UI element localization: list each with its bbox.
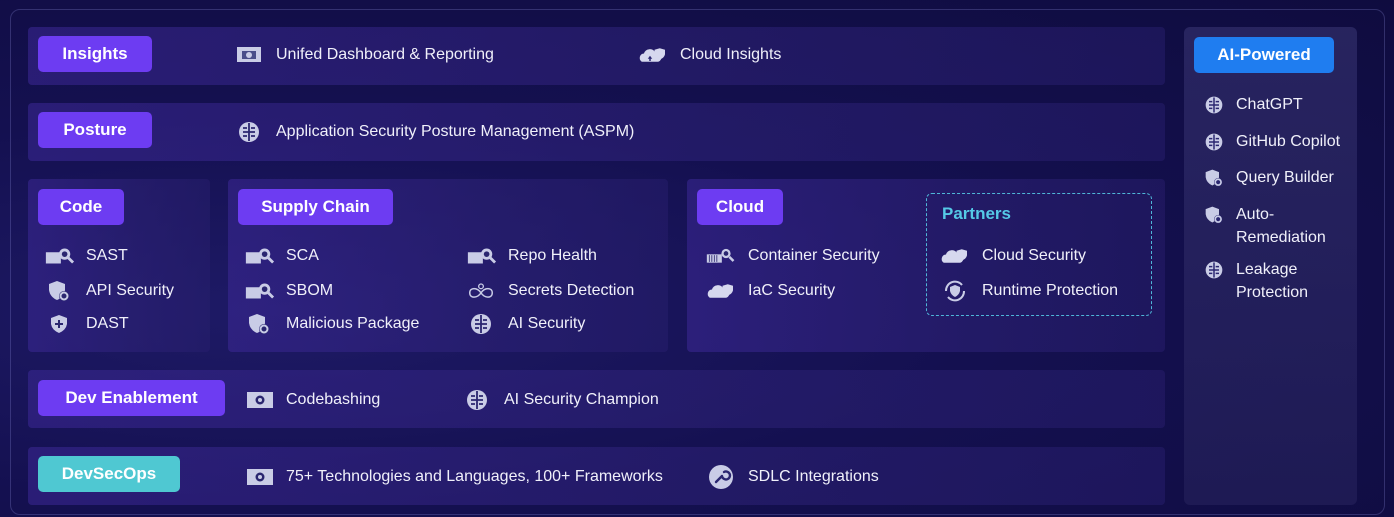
brain-icon [462, 389, 492, 411]
api-security-label: API Security [86, 282, 175, 299]
secrets-detection-label: Secrets Detection [508, 282, 635, 299]
ai-security-champion-label: AI Security Champion [504, 391, 659, 408]
supply-chain-tag[interactable]: Supply Chain [238, 189, 393, 225]
brain-icon [234, 121, 264, 143]
query-builder-item[interactable]: Query Builder [1204, 166, 1354, 189]
leakage-protection-item[interactable]: Leakage Protection [1204, 258, 1354, 304]
unified-dashboard-item[interactable]: Unifed Dashboard & Reporting [234, 44, 494, 66]
runtime-protection-label: Runtime Protection [982, 282, 1119, 299]
infinity-icon [466, 280, 496, 302]
iac-security-label: IaC Security [748, 282, 836, 299]
insights-tag[interactable]: Insights [38, 36, 152, 72]
leakage-protection-line-1: Leakage [1236, 261, 1298, 278]
dashboard-icon [234, 44, 264, 66]
sbom-label: SBOM [286, 282, 334, 299]
iac-security-item[interactable]: IaC Security [706, 280, 835, 302]
shield-gear-icon [44, 280, 74, 302]
auto-remediation-label: Auto- Remediation [1236, 203, 1326, 249]
brain-icon [1204, 130, 1224, 153]
posture-tag[interactable]: Posture [38, 112, 152, 148]
cloud-shield-icon [940, 245, 970, 267]
code-scan-icon [244, 245, 274, 267]
codebashing-item[interactable]: Codebashing [244, 389, 380, 411]
leakage-protection-line-2: Protection [1236, 284, 1309, 301]
secrets-detection-item[interactable]: Secrets Detection [466, 280, 634, 302]
query-builder-label: Query Builder [1236, 169, 1334, 186]
devsecops-tag[interactable]: DevSecOps [38, 456, 180, 492]
dast-label: DAST [86, 315, 129, 332]
github-copilot-item[interactable]: GitHub Copilot [1204, 130, 1354, 153]
dast-item[interactable]: DAST [44, 313, 129, 335]
brain-icon [1204, 93, 1224, 116]
brain-icon [1204, 258, 1224, 281]
auto-remediation-line-1: Auto- [1236, 206, 1275, 223]
api-security-item[interactable]: API Security [44, 280, 174, 302]
ai-security-item[interactable]: AI Security [466, 313, 585, 335]
wrench-icon [706, 465, 736, 489]
cloud-tag[interactable]: Cloud [697, 189, 783, 225]
brain-icon [466, 313, 496, 335]
insights-row [28, 27, 1165, 85]
unified-dashboard-label: Unifed Dashboard & Reporting [276, 46, 494, 63]
chatgpt-label: ChatGPT [1236, 96, 1303, 113]
malicious-package-item[interactable]: Malicious Package [244, 313, 419, 335]
cloud-shield-icon [638, 44, 668, 66]
auto-remediation-line-2: Remediation [1236, 229, 1326, 246]
cloud-insights-item[interactable]: Cloud Insights [638, 44, 781, 66]
sdlc-integrations-label: SDLC Integrations [748, 468, 879, 485]
sca-item[interactable]: SCA [244, 245, 319, 267]
shield-gear-icon [1204, 166, 1224, 189]
code-tag[interactable]: Code [38, 189, 124, 225]
sast-item[interactable]: SAST [44, 245, 128, 267]
codebashing-label: Codebashing [286, 391, 381, 408]
shield-icon [44, 313, 74, 335]
container-scan-icon [706, 245, 736, 267]
runtime-shield-icon [940, 280, 970, 302]
shield-gear-icon [244, 313, 274, 335]
code-scan-icon [44, 245, 74, 267]
cloud-insights-label: Cloud Insights [680, 46, 782, 63]
sca-label: SCA [286, 247, 319, 264]
aspm-label: Application Security Posture Management … [276, 123, 635, 140]
runtime-protection-item[interactable]: Runtime Protection [940, 280, 1118, 302]
dev-enablement-tag[interactable]: Dev Enablement [38, 380, 225, 416]
leakage-protection-label: Leakage Protection [1236, 258, 1308, 304]
aspm-item[interactable]: Application Security Posture Management … [234, 121, 634, 143]
sbom-item[interactable]: SBOM [244, 280, 333, 302]
chatgpt-item[interactable]: ChatGPT [1204, 93, 1354, 116]
camera-box-icon [244, 389, 274, 411]
sast-label: SAST [86, 247, 128, 264]
ai-security-champion-item[interactable]: AI Security Champion [462, 389, 659, 411]
cloud-security-item[interactable]: Cloud Security [940, 245, 1086, 267]
repo-health-label: Repo Health [508, 247, 597, 264]
camera-box-icon [244, 466, 274, 488]
malicious-package-label: Malicious Package [286, 315, 420, 332]
code-scan-icon [466, 245, 496, 267]
technologies-item[interactable]: 75+ Technologies and Languages, 100+ Fra… [244, 466, 663, 488]
container-security-item[interactable]: Container Security [706, 245, 880, 267]
shield-gear-icon [1204, 203, 1224, 226]
sdlc-integrations-item[interactable]: SDLC Integrations [706, 465, 879, 489]
cloud-shield-icon [706, 280, 736, 302]
auto-remediation-item[interactable]: Auto- Remediation [1204, 203, 1354, 249]
github-copilot-label: GitHub Copilot [1236, 133, 1341, 150]
code-scan-icon [244, 280, 274, 302]
container-security-label: Container Security [748, 247, 880, 264]
ai-powered-tag[interactable]: AI-Powered [1194, 37, 1334, 73]
cloud-security-label: Cloud Security [982, 247, 1087, 264]
ai-security-label: AI Security [508, 315, 586, 332]
repo-health-item[interactable]: Repo Health [466, 245, 597, 267]
technologies-label: 75+ Technologies and Languages, 100+ Fra… [286, 468, 663, 485]
partners-title: Partners [942, 204, 1011, 223]
